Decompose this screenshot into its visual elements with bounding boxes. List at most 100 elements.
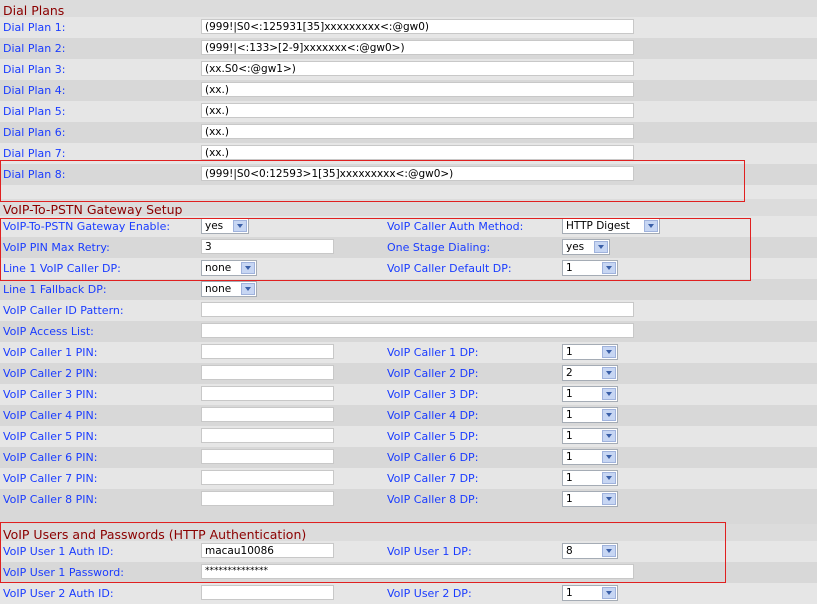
caller-dp-select[interactable]: 1 [562,449,618,465]
dial-plan-5-row: Dial Plan 5: (xx.) [0,101,817,122]
user1-dp-label: VoIP User 1 DP: [387,545,472,558]
caller-pin-input[interactable] [201,365,334,380]
caller-row: VoIP Caller 7 PIN: VoIP Caller 7 DP: 1 [0,468,817,489]
user1-dp-select[interactable]: 8 [562,543,618,559]
caller-pin-input[interactable] [201,491,334,506]
spacer-row [0,510,817,524]
user2-dp-select[interactable]: 1 [562,585,618,601]
caller-pin-label: VoIP Caller 3 PIN: [3,388,98,401]
caller-dp-select[interactable]: 1 [562,491,618,507]
caller-row: VoIP Caller 3 PIN: VoIP Caller 3 DP: 1 [0,384,817,405]
user1-id-input[interactable]: macau10086 [201,543,334,558]
user1-id-label: VoIP User 1 Auth ID: [3,545,114,558]
select-value: yes [566,241,585,253]
gateway-enable-label: VoIP-To-PSTN Gateway Enable: [3,220,171,233]
gateway-enable-row: VoIP-To-PSTN Gateway Enable: yes VoIP Ca… [0,216,817,237]
access-list-label: VoIP Access List: [3,325,94,338]
chevron-down-icon [602,388,616,400]
default-dp-select[interactable]: 1 [562,260,618,276]
id-pattern-row: VoIP Caller ID Pattern: [0,300,817,321]
section-title: Dial Plans [3,3,65,18]
one-stage-select[interactable]: yes [562,239,610,255]
caller-dp-select[interactable]: 1 [562,344,618,360]
dial-plan-1-input[interactable]: (999!|S0<:125931[35]xxxxxxxxx<:@gw0) [201,19,634,34]
dial-plan-8-row: Dial Plan 8: (999!|S0<0:12593>1[35]xxxxx… [0,164,817,185]
id-pattern-input[interactable] [201,302,634,317]
select-value: 1 [566,388,573,400]
dial-plan-2-input[interactable]: (999!|<:133>[2-9]xxxxxxx<:@gw0>) [201,40,634,55]
select-value: 1 [566,346,573,358]
select-value: yes [205,220,224,232]
fallback-select[interactable]: none [201,281,257,297]
dial-plan-7-input[interactable]: (xx.) [201,145,634,160]
chevron-down-icon [602,430,616,442]
one-stage-label: One Stage Dialing: [387,241,491,254]
line1-dp-label: Line 1 VoIP Caller DP: [3,262,121,275]
gateway-enable-select[interactable]: yes [201,218,249,234]
dial-plan-label: Dial Plan 4: [3,84,66,97]
line1-dp-select[interactable]: none [201,260,257,276]
caller-dp-select[interactable]: 1 [562,428,618,444]
user1-pw-input[interactable]: ************** [201,564,634,579]
dial-plan-8-input[interactable]: (999!|S0<0:12593>1[35]xxxxxxxxx<:@gw0>) [201,166,634,181]
caller-pin-label: VoIP Caller 8 PIN: [3,493,98,506]
caller-pin-input[interactable] [201,470,334,485]
pin-retry-input[interactable]: 3 [201,239,334,254]
chevron-down-icon [233,220,247,232]
dial-plan-4-row: Dial Plan 4: (xx.) [0,80,817,101]
user1-pw-label: VoIP User 1 Password: [3,566,124,579]
select-value: HTTP Digest [566,220,630,232]
caller-dp-label: VoIP Caller 4 DP: [387,409,479,422]
caller-pin-label: VoIP Caller 6 PIN: [3,451,98,464]
caller-pin-input[interactable] [201,344,334,359]
caller-row: VoIP Caller 1 PIN: VoIP Caller 1 DP: 1 [0,342,817,363]
caller-dp-select[interactable]: 1 [562,386,618,402]
pin-retry-row: VoIP PIN Max Retry: 3 One Stage Dialing:… [0,237,817,258]
chevron-down-icon [602,587,616,599]
dial-plan-label: Dial Plan 6: [3,126,66,139]
dial-plan-label: Dial Plan 5: [3,105,66,118]
caller-pin-input[interactable] [201,407,334,422]
chevron-down-icon [241,262,255,274]
caller-row: VoIP Caller 5 PIN: VoIP Caller 5 DP: 1 [0,426,817,447]
select-value: none [205,283,232,295]
caller-dp-select[interactable]: 1 [562,407,618,423]
chevron-down-icon [644,220,658,232]
fallback-label: Line 1 Fallback DP: [3,283,107,296]
fallback-row: Line 1 Fallback DP: none [0,279,817,300]
caller-dp-select[interactable]: 2 [562,365,618,381]
caller-dp-label: VoIP Caller 2 DP: [387,367,479,380]
select-value: 8 [566,545,573,557]
chevron-down-icon [602,262,616,274]
caller-pin-input[interactable] [201,386,334,401]
dial-plan-6-input[interactable]: (xx.) [201,124,634,139]
caller-dp-label: VoIP Caller 8 DP: [387,493,479,506]
caller-pin-label: VoIP Caller 7 PIN: [3,472,98,485]
select-value: 1 [566,472,573,484]
chevron-down-icon [602,472,616,484]
auth-method-select[interactable]: HTTP Digest [562,218,660,234]
dial-plan-label: Dial Plan 7: [3,147,66,160]
user1-pw-row: VoIP User 1 Password: ************** [0,562,817,583]
select-value: 1 [566,409,573,421]
select-value: none [205,262,232,274]
dial-plan-4-input[interactable]: (xx.) [201,82,634,97]
caller-row: VoIP Caller 4 PIN: VoIP Caller 4 DP: 1 [0,405,817,426]
dial-plan-label: Dial Plan 2: [3,42,66,55]
user2-id-input[interactable] [201,585,334,600]
dial-plan-7-row: Dial Plan 7: (xx.) [0,143,817,164]
dial-plan-3-input[interactable]: (xx.S0<:@gw1>) [201,61,634,76]
caller-pin-input[interactable] [201,449,334,464]
dial-plan-3-row: Dial Plan 3: (xx.S0<:@gw1>) [0,59,817,80]
access-list-row: VoIP Access List: [0,321,817,342]
dial-plan-5-input[interactable]: (xx.) [201,103,634,118]
caller-dp-label: VoIP Caller 1 DP: [387,346,479,359]
chevron-down-icon [602,409,616,421]
access-list-input[interactable] [201,323,634,338]
select-value: 1 [566,451,573,463]
select-value: 1 [566,262,573,274]
dial-plan-6-row: Dial Plan 6: (xx.) [0,122,817,143]
caller-dp-select[interactable]: 1 [562,470,618,486]
select-value: 1 [566,430,573,442]
caller-pin-input[interactable] [201,428,334,443]
